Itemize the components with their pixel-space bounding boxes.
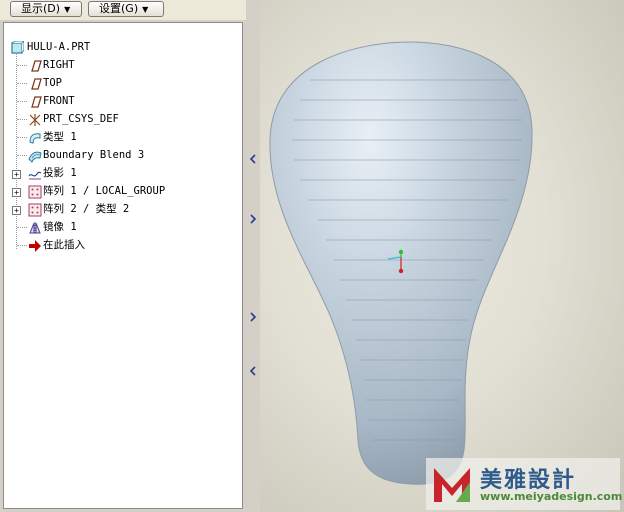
model-tree-panel: 显示(D) ▼ 设置(G) ▼ HULU-A.PRT RIGHT TOP FRO… (0, 0, 246, 512)
graphics-viewport[interactable] (260, 0, 624, 512)
model-tree-toolbar: 显示(D) ▼ 设置(G) ▼ (0, 0, 246, 20)
tree-item-label: 在此插入 (43, 239, 85, 251)
chevron-left-icon[interactable] (249, 154, 257, 164)
tree-connector (17, 137, 27, 138)
expand-toggle[interactable]: + (12, 170, 21, 179)
tree-item-label: RIGHT (43, 59, 75, 71)
tree-item-label: 投影 1 (43, 167, 77, 179)
tree-item-type-1[interactable]: 类型 1 (4, 129, 240, 147)
expand-toggle[interactable]: + (12, 188, 21, 197)
tree-item-pattern-1[interactable]: + 阵列 1 / LOCAL_GROUP (4, 183, 240, 201)
watermark-url: www.meiyadesign.com (480, 490, 623, 503)
panel-splitter[interactable] (246, 0, 260, 512)
tree-connector (17, 245, 27, 246)
tree-item-csys[interactable]: PRT_CSYS_DEF (4, 111, 240, 129)
tree-item-label: 阵列 1 / LOCAL_GROUP (43, 185, 166, 197)
mirror-icon (29, 222, 41, 234)
tree-item-label: 镜像 1 (43, 221, 77, 233)
boundary-blend-icon (28, 151, 42, 163)
tree-item-top[interactable]: TOP (4, 75, 240, 93)
display-menu-button[interactable]: 显示(D) ▼ (10, 1, 82, 17)
chevron-down-icon: ▼ (64, 5, 71, 14)
surface-feature-icon (29, 133, 41, 144)
tree-item-insert-here[interactable]: 在此插入 (4, 237, 240, 255)
tree-item-boundary-blend[interactable]: Boundary Blend 3 (4, 147, 240, 165)
tree-connector (17, 155, 27, 156)
tree-item-label: 阵列 2 / 类型 2 (43, 203, 130, 215)
tree-item-right[interactable]: RIGHT (4, 57, 240, 75)
coordinate-system-icon (29, 114, 41, 126)
tree-connector (17, 119, 27, 120)
tree-item-label: FRONT (43, 95, 75, 107)
settings-menu-button[interactable]: 设置(G) ▼ (88, 1, 164, 17)
chevron-right-icon[interactable] (249, 312, 257, 322)
pattern-icon (28, 203, 42, 217)
expand-toggle[interactable]: + (12, 206, 21, 215)
settings-menu-label: 设置(G) (99, 2, 139, 15)
chevron-right-icon[interactable] (249, 214, 257, 224)
tree-item-front[interactable]: FRONT (4, 93, 240, 111)
insert-here-arrow-icon (29, 240, 41, 252)
datum-plane-icon (31, 60, 42, 72)
display-menu-label: 显示(D) (21, 2, 61, 15)
chevron-left-icon[interactable] (249, 366, 257, 376)
tree-item-projection-1[interactable]: + 投影 1 (4, 165, 240, 183)
part-icon (11, 41, 24, 54)
gourd-model[interactable] (260, 0, 624, 512)
tree-item-label: TOP (43, 77, 62, 89)
chevron-down-icon: ▼ (142, 5, 149, 14)
watermark: 美雅設計 www.meiyadesign.com (426, 458, 623, 510)
tree-root-item[interactable]: HULU-A.PRT (4, 39, 240, 57)
projected-curve-icon (28, 171, 42, 180)
tree-item-label: Boundary Blend 3 (43, 149, 145, 161)
tree-item-label: PRT_CSYS_DEF (43, 113, 119, 125)
tree-connector (17, 65, 27, 66)
meiya-logo-icon (434, 468, 470, 502)
datum-plane-icon (31, 78, 42, 90)
datum-plane-icon (31, 96, 42, 108)
tree-item-mirror-1[interactable]: 镜像 1 (4, 219, 240, 237)
pattern-icon (28, 185, 42, 199)
tree-item-label: 类型 1 (43, 131, 77, 143)
model-tree[interactable]: HULU-A.PRT RIGHT TOP FRONT PRT_CSYS_DEF (3, 22, 243, 509)
tree-item-pattern-2[interactable]: + 阵列 2 / 类型 2 (4, 201, 240, 219)
tree-connector (17, 101, 27, 102)
tree-connector (17, 227, 27, 228)
tree-root-label: HULU-A.PRT (27, 41, 91, 53)
tree-connector (17, 83, 27, 84)
